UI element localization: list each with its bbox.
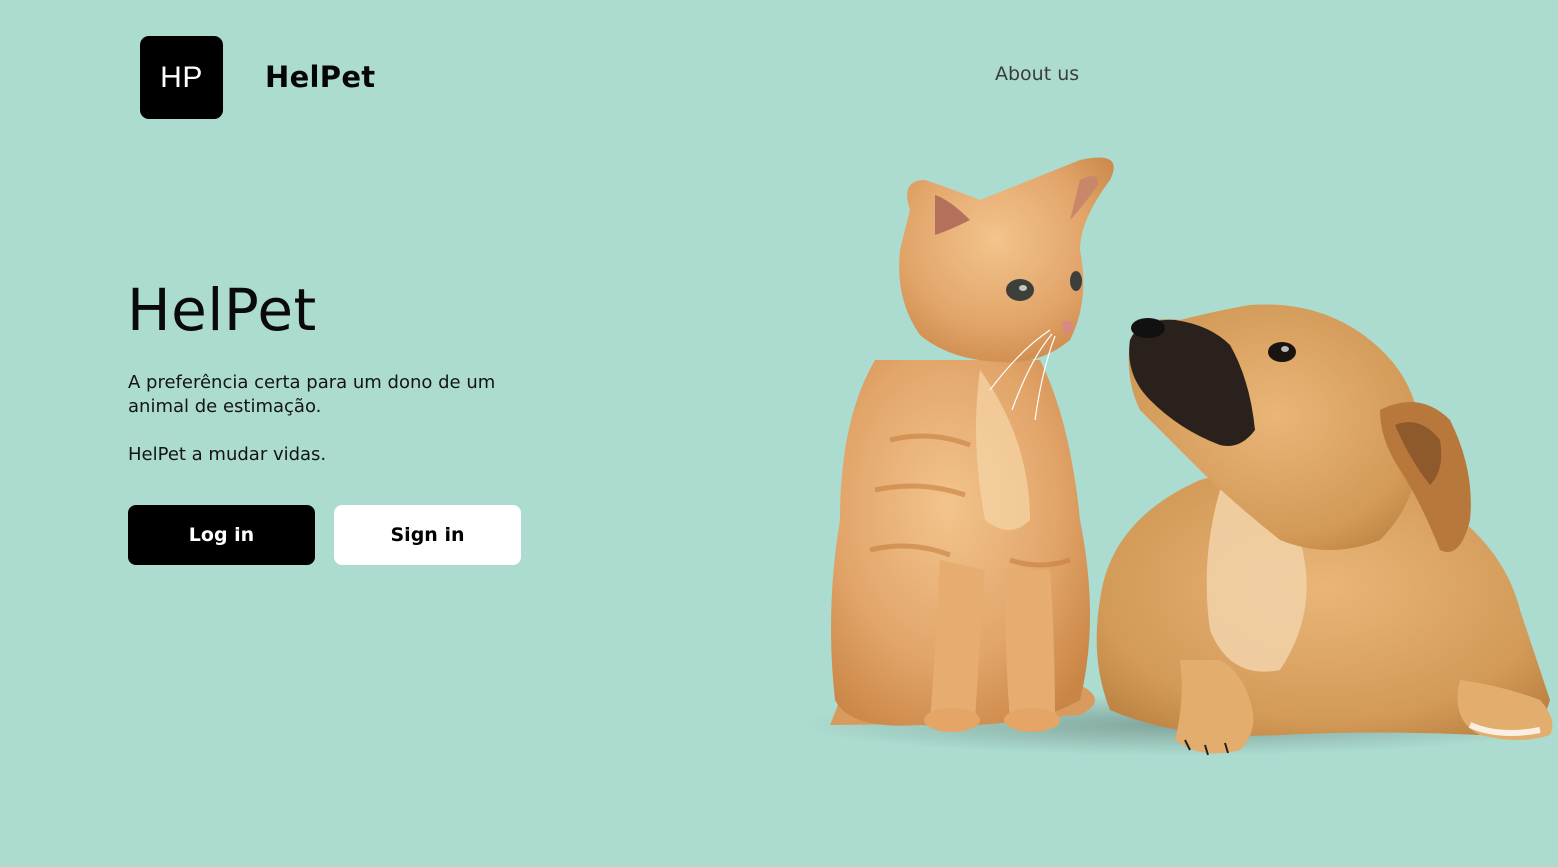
signin-button[interactable]: Sign in bbox=[334, 505, 521, 565]
hero-title: HelPet bbox=[127, 276, 317, 344]
hero-tagline: HelPet a mudar vidas. bbox=[128, 444, 327, 465]
kitten-and-puppy-image bbox=[800, 157, 1558, 756]
logo[interactable]: HP bbox=[140, 36, 223, 119]
hero-description: A preferência certa para um dono de um a… bbox=[128, 372, 496, 417]
login-button[interactable]: Log in bbox=[128, 505, 315, 565]
kitten bbox=[830, 157, 1114, 732]
brand-name[interactable]: HelPet bbox=[265, 60, 375, 94]
puppy bbox=[1096, 304, 1553, 756]
nav-about-us-link[interactable]: About us bbox=[995, 63, 1079, 85]
